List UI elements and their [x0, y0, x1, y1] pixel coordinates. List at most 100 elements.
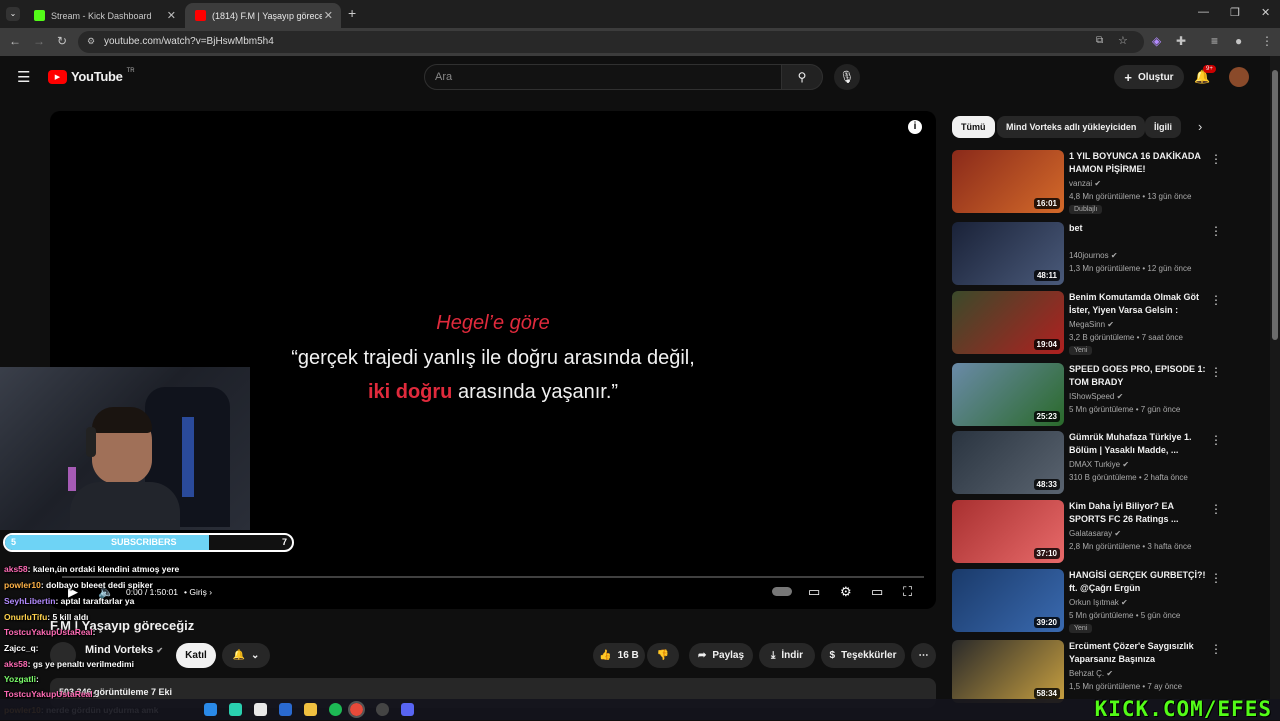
profile-icon[interactable]: ●	[1235, 35, 1242, 47]
video-thumbnail[interactable]: 48:33	[952, 431, 1064, 494]
theater-mode-icon[interactable]: ▭	[871, 584, 883, 600]
subtitles-icon[interactable]: ▭	[808, 584, 820, 600]
more-vertical-icon[interactable]: ⋮	[1210, 293, 1222, 307]
autoplay-toggle[interactable]	[772, 587, 792, 596]
tab-youtube-video[interactable]: (1814) F.M | Yaşayıp göreceğiz - ✕	[185, 3, 341, 28]
recommendation-item[interactable]: 16:01 1 YIL BOYUNCA 16 DAKİKADA HAMON PİŞ…	[952, 150, 1222, 214]
recommendation-item[interactable]: 48:33 Gümrük Muhafaza Türkiye 1. Bölüm | …	[952, 431, 1222, 495]
channel-name[interactable]: Mind Vorteks ✔	[85, 644, 163, 656]
chrome-icon[interactable]	[348, 701, 365, 718]
like-button[interactable]: 👍 16 B	[593, 643, 645, 668]
install-icon[interactable]: ⧉	[1096, 35, 1103, 46]
recommendation-item[interactable]: 25:23 SPEED GOES PRO, EPISODE 1: TOM BRAD…	[952, 363, 1222, 427]
edge-icon[interactable]	[229, 703, 242, 716]
recommendation-channel[interactable]: Galatasaray ✔	[1069, 529, 1121, 538]
close-icon[interactable]: ✕	[167, 9, 176, 22]
files-icon[interactable]	[304, 703, 317, 716]
recommendation-channel[interactable]: IShowSpeed ✔	[1069, 392, 1123, 401]
restore-icon[interactable]: ❐	[1230, 6, 1240, 19]
recommendation-title[interactable]: Gümrük Muhafaza Türkiye 1. Bölüm | Yasak…	[1069, 431, 1207, 457]
settings-gear-icon[interactable]: ⚙	[840, 584, 852, 600]
recommendation-channel[interactable]: MegaSinn ✔	[1069, 320, 1114, 329]
recommendation-title[interactable]: SPEED GOES PRO, EPISODE 1: TOM BRADY	[1069, 363, 1207, 389]
video-thumbnail[interactable]: 16:01	[952, 150, 1064, 213]
outlook-icon[interactable]	[279, 703, 292, 716]
site-info-icon[interactable]: ⚙	[87, 36, 95, 47]
more-vertical-icon[interactable]: ⋮	[1210, 152, 1222, 166]
recommendation-channel[interactable]: vanzai ✔	[1069, 179, 1101, 188]
discord-icon[interactable]	[401, 703, 414, 716]
recommendation-title[interactable]: HANGİSİ GERÇEK GURBETÇİ?! ft. @Çağrı Erg…	[1069, 569, 1207, 595]
more-vertical-icon[interactable]: ⋮	[1210, 365, 1222, 379]
chevron-right-icon[interactable]: ›	[1198, 119, 1202, 134]
video-thumbnail[interactable]: 39:20	[952, 569, 1064, 632]
voice-search-button[interactable]: 🎙	[834, 64, 860, 90]
recommendation-title[interactable]: Ercüment Çözer'e Saygısızlık Yaparsanız …	[1069, 640, 1207, 667]
subscribe-bell-button[interactable]: 🔔 ⌄	[222, 643, 270, 668]
dislike-button[interactable]: 👎	[647, 643, 679, 668]
bookmark-star-icon[interactable]: ☆	[1118, 34, 1128, 47]
more-vertical-icon[interactable]: ⋮	[1210, 571, 1222, 585]
minimize-icon[interactable]: —	[1198, 6, 1209, 18]
recommendation-item[interactable]: 48:11 bet 140journos ✔ 1,3 Mn görüntüleme •…	[952, 222, 1222, 286]
youtube-logo[interactable]: ▶ YouTube TR	[48, 68, 135, 84]
recommendation-item[interactable]: 19:04 Benim Komutamda Olmak Göt İster, Yi…	[952, 291, 1222, 355]
tab-kick-dashboard[interactable]: Stream - Kick Dashboard ✕	[24, 3, 184, 28]
progress-bar[interactable]	[62, 576, 924, 578]
recommendation-title[interactable]: bet	[1069, 222, 1207, 235]
more-vertical-icon[interactable]: ⋮	[1210, 433, 1222, 447]
more-actions-button[interactable]: ⋯	[911, 643, 936, 668]
more-vertical-icon[interactable]: ⋮	[1210, 224, 1222, 238]
more-vertical-icon[interactable]: ⋮	[1210, 642, 1222, 656]
video-thumbnail[interactable]: 19:04	[952, 291, 1064, 354]
recommendation-channel[interactable]: Orkun Işıtmak ✔	[1069, 598, 1128, 607]
recommendation-item[interactable]: 39:20 HANGİSİ GERÇEK GURBETÇİ?! ft. @Çağr…	[952, 569, 1222, 633]
hamburger-menu-icon[interactable]: ☰	[17, 68, 30, 86]
start-icon[interactable]	[204, 703, 217, 716]
share-button[interactable]: ➦ Paylaş	[689, 643, 753, 668]
chip-all[interactable]: Tümü	[952, 116, 995, 138]
chip-related[interactable]: İlgili	[1145, 116, 1181, 138]
recommendation-title[interactable]: 1 YIL BOYUNCA 16 DAKİKADA HAMON PİŞİRME!	[1069, 150, 1207, 176]
media-icon[interactable]: ≡	[1211, 35, 1218, 47]
tab-search-icon[interactable]: ⌄	[6, 7, 20, 21]
info-icon[interactable]: i	[908, 120, 922, 134]
chapter-button[interactable]: • Giriş ›	[184, 584, 212, 600]
recommendation-title[interactable]: Kim Daha İyi Biliyor? EA SPORTS FC 26 Ra…	[1069, 500, 1207, 526]
recommendation-channel[interactable]: Behzat Ç. ✔	[1069, 669, 1113, 678]
search-button[interactable]: ⚲	[781, 64, 823, 90]
video-thumbnail[interactable]: 37:10	[952, 500, 1064, 563]
spotify-icon[interactable]	[329, 703, 342, 716]
download-button[interactable]: ⤓ İndir	[759, 643, 815, 668]
notepad-icon[interactable]	[254, 703, 267, 716]
fullscreen-icon[interactable]: ⛶	[903, 584, 912, 600]
recommendation-channel[interactable]: DMAX Turkiye ✔	[1069, 460, 1129, 469]
obs-icon[interactable]	[376, 703, 389, 716]
join-button[interactable]: Katıl	[176, 643, 216, 668]
scrollbar[interactable]	[1270, 56, 1280, 699]
address-bar[interactable]: ⚙ youtube.com/watch?v=BjHswMbm5h4 ⧉ ☆	[78, 31, 1144, 53]
extension-icon[interactable]: ◈	[1152, 35, 1161, 47]
thanks-button[interactable]: $ Teşekkürler	[821, 643, 905, 668]
new-tab-icon[interactable]: +	[348, 5, 356, 21]
puzzle-icon[interactable]: ✚	[1176, 35, 1186, 47]
forward-icon[interactable]: →	[33, 35, 45, 47]
scrollbar-thumb[interactable]	[1272, 70, 1278, 340]
video-thumbnail[interactable]: 25:23	[952, 363, 1064, 426]
more-vertical-icon[interactable]: ⋮	[1210, 502, 1222, 516]
avatar[interactable]	[1229, 67, 1249, 87]
close-icon[interactable]: ✕	[324, 9, 333, 22]
search-input[interactable]: Ara	[424, 64, 782, 90]
reload-icon[interactable]: ↻	[57, 35, 67, 47]
chip-from-uploader[interactable]: Mind Vorteks adlı yükleyiciden	[997, 116, 1146, 138]
video-thumbnail[interactable]: 48:11	[952, 222, 1064, 285]
video-thumbnail[interactable]: 58:34	[952, 640, 1064, 703]
recommendation-title[interactable]: Benim Komutamda Olmak Göt İster, Yiyen V…	[1069, 291, 1207, 318]
create-button[interactable]: + Oluştur	[1114, 65, 1184, 89]
recommendation-channel[interactable]: 140journos ✔	[1069, 251, 1118, 260]
recommendation-item[interactable]: 37:10 Kim Daha İyi Biliyor? EA SPORTS FC …	[952, 500, 1222, 564]
recommendation-item[interactable]: 58:34 Ercüment Çözer'e Saygısızlık Yapars…	[952, 640, 1222, 704]
back-icon[interactable]: ←	[9, 35, 21, 47]
close-window-icon[interactable]: ✕	[1261, 6, 1270, 19]
menu-dots-icon[interactable]: ⋮	[1261, 35, 1273, 47]
